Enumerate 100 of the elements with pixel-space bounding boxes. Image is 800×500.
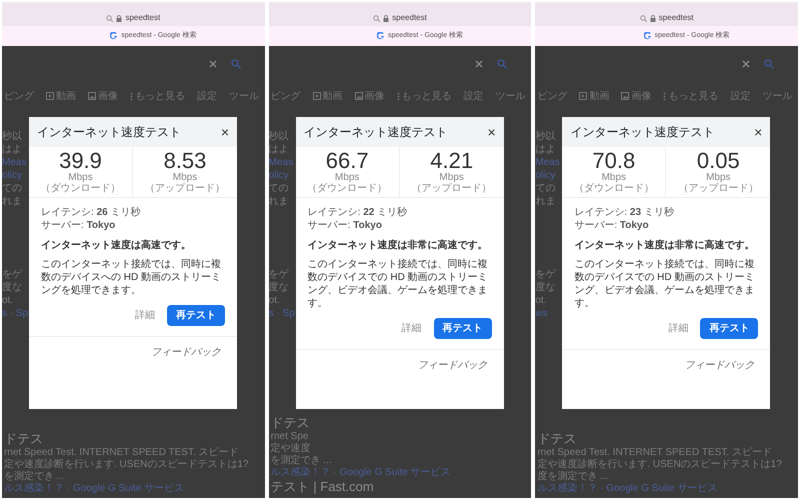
result-snippet: rnet Spe [270,431,310,442]
search-tab[interactable]: 画像 [621,88,652,104]
search-icon [640,14,647,22]
search-tab[interactable]: 動画 [312,88,343,104]
more-vertical-icon [130,92,133,100]
result-snippet: を測定でき ... [270,455,333,466]
image-icon [621,92,630,100]
details-button[interactable]: 詳細 [668,322,688,335]
more-vertical-icon [663,92,666,100]
google-g-icon [376,32,385,40]
close-button[interactable]: × [487,125,496,139]
address-bar[interactable]: speedtest [268,2,532,26]
search-tab[interactable]: ピング [537,88,568,104]
search-icon [764,59,774,69]
address-text: speedtest [658,12,694,24]
details-button[interactable]: 詳細 [402,322,422,335]
result-snippet: 定や速度診断を行います. USENのスピードテストは1? [4,459,250,470]
result-link[interactable]: ルス感染！？ · Google G Suite サービス [270,467,532,479]
result-link[interactable]: ルス感染！？ · Google G Suite サービス [537,483,798,495]
feedback-link[interactable]: フィードバック [684,358,754,373]
result-title[interactable]: テスト | Fast.com [270,479,532,495]
speed-unit: Mbps（アップロード） [677,172,760,194]
speed-value: 39.9 [59,150,102,172]
speed-description: このインターネット接続では、同時に複数のデバイスでの HD 動画のストリーミング、ビデオ会議、ゲームを処理できます。 [308,258,489,310]
dialog-title: インターネット速度テスト [570,124,714,141]
dialog-title: インターネット速度テスト [304,124,448,141]
details-button[interactable]: 詳細 [135,309,155,322]
result-snippet: はよ [268,143,290,156]
result-title[interactable]: ドテス [270,415,532,431]
feedback-link[interactable]: フィードバック [151,345,221,360]
result-title[interactable]: ドテス [537,431,798,447]
result-link[interactable]: olicy [2,169,28,182]
result-link[interactable]: s · Sp [268,307,295,320]
search-tab[interactable]: 設定 [197,88,217,104]
search-tab[interactable]: もっと見る [130,88,185,104]
image-icon [354,92,363,100]
result-snippet: 秒以 [2,130,23,143]
search-icon [106,14,114,22]
speed-verdict: インターネット速度は非常に高速です。 [308,239,489,252]
result-snippet: 定や速度 [270,443,312,454]
search-tab[interactable]: ピング [4,88,34,104]
play-square-icon [312,92,321,100]
result-snippet: 度な [2,281,23,294]
retest-button[interactable]: 再テスト [167,305,225,326]
speed-unit: Mbps（ダウンロード） [40,172,122,194]
search-tab[interactable]: 動画 [46,88,76,104]
result-snippet: 秒以 [268,130,290,143]
lock-icon [383,14,390,22]
search-tab[interactable]: もっと見る [663,88,718,104]
close-button[interactable]: × [220,125,229,139]
result-snippet: ot. [268,294,281,307]
result-snippet: 度な [535,281,556,294]
result-snippet: rnet Speed Test. INTERNET SPEED TEST. スピード [4,447,240,458]
result-link[interactable]: olicy [535,169,562,182]
address-bar[interactable]: speedtest [535,2,798,26]
lock-icon [116,14,122,22]
search-tab[interactable]: ツール [229,88,259,104]
result-snippet: れま [2,195,23,208]
server-text: サーバー: Tokyo [308,219,383,232]
result-link[interactable]: ルス感染！？ · Google G Suite サービス [4,483,265,495]
speed-value: 4.21 [430,150,474,172]
result-snippet: ての [2,182,23,195]
result-link[interactable]: Meas [268,156,295,169]
feedback-link[interactable]: フィードバック [418,358,488,373]
search-tab[interactable]: 動画 [579,88,610,104]
search-tab[interactable]: ツール [496,88,526,104]
search-tab[interactable]: 設定 [730,88,750,104]
speed-value: 66.7 [326,150,369,172]
address-bar[interactable]: speedtest [2,2,265,26]
dialog-title: インターネット速度テスト [37,124,181,141]
search-tab[interactable]: もっと見る [396,88,452,104]
speed-unit: Mbps（ダウンロード） [572,172,655,194]
speed-description: このインターネット接続では、同時に複数のデバイスへの HD 動画のストリーミングを処理できます。 [41,258,222,297]
result-link[interactable]: ws · [535,307,562,320]
search-tab[interactable]: ピング [270,88,301,104]
result-link[interactable]: Meas [2,156,28,169]
search-tab[interactable]: ツール [762,88,792,104]
result-snippet: を測定でき ... [4,471,66,482]
result-link[interactable]: olicy [268,169,295,182]
speed-value: 0.05 [696,150,740,172]
speed-unit: Mbps（ダウンロード） [306,172,388,194]
result-snippet: れま [535,195,556,208]
result-snippet: をゲ [2,268,24,281]
result-title[interactable]: ドテス [4,431,265,447]
speed-value: 70.8 [592,150,636,172]
retest-button[interactable]: 再テスト [700,318,758,339]
result-snippet: ての [535,182,556,195]
retest-button[interactable]: 再テスト [434,318,492,339]
search-icon [230,59,241,69]
search-tab[interactable]: 画像 [354,88,385,104]
result-link[interactable]: Meas [535,156,562,169]
address-text: speedtest [392,12,427,24]
result-snippet: rnet Speed Test. INTERNET SPEED TEST. スピード [537,447,773,458]
result-link[interactable]: s · Sp [2,307,28,320]
search-tab[interactable]: 画像 [88,88,118,104]
search-tab[interactable]: 設定 [464,88,484,104]
latency-text: レイテンシ: 23 ミリ秒 [574,206,675,219]
result-snippet: ot. [535,294,548,307]
image-icon [88,92,96,100]
close-button[interactable]: × [754,125,762,139]
